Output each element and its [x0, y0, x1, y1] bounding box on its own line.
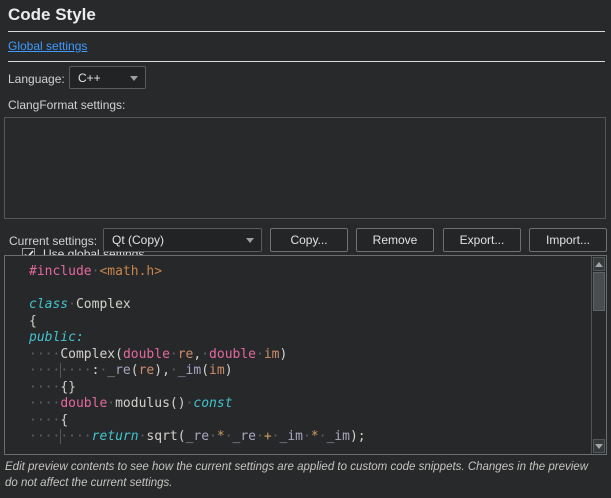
- language-dropdown-value: C++: [78, 71, 101, 85]
- current-settings-dropdown[interactable]: Qt (Copy): [103, 228, 262, 252]
- import-button[interactable]: Import...: [529, 228, 607, 252]
- scrollbar-up-button[interactable]: [593, 257, 605, 271]
- vertical-scrollbar[interactable]: [591, 256, 606, 454]
- arrow-up-icon: [595, 262, 603, 267]
- preview-hint-text: Edit preview contents to see how the cur…: [5, 460, 606, 491]
- current-settings-label: Current settings:: [9, 234, 97, 248]
- copy-button[interactable]: Copy...: [270, 228, 348, 252]
- export-button[interactable]: Export...: [443, 228, 521, 252]
- code-preview-editor[interactable]: #include·<math.h>class·Complex{public:··…: [4, 255, 607, 455]
- clangformat-settings-label: ClangFormat settings:: [8, 98, 125, 112]
- global-settings-link[interactable]: Global settings: [8, 39, 87, 53]
- preview-hint-line2: do not affect the current settings.: [5, 476, 606, 492]
- code-lines[interactable]: #include·<math.h>class·Complex{public:··…: [29, 264, 589, 454]
- chevron-down-icon: [130, 76, 138, 81]
- remove-button[interactable]: Remove: [356, 228, 434, 252]
- separator-line: [8, 31, 605, 32]
- clangformat-settings-group: Use global settings Indenting only Overr…: [4, 117, 606, 219]
- language-dropdown[interactable]: C++: [69, 66, 146, 89]
- preview-hint-line1: Edit preview contents to see how the cur…: [5, 460, 606, 476]
- current-settings-value: Qt (Copy): [112, 233, 164, 247]
- page-title: Code Style: [8, 5, 96, 25]
- scrollbar-down-button[interactable]: [593, 439, 605, 453]
- scrollbar-thumb[interactable]: [593, 272, 605, 311]
- language-label: Language:: [8, 72, 65, 86]
- arrow-down-icon: [595, 444, 603, 449]
- separator-line: [8, 61, 605, 62]
- code-style-settings-page: Code Style Global settings Language: C++…: [0, 0, 611, 498]
- chevron-down-icon: [246, 238, 254, 243]
